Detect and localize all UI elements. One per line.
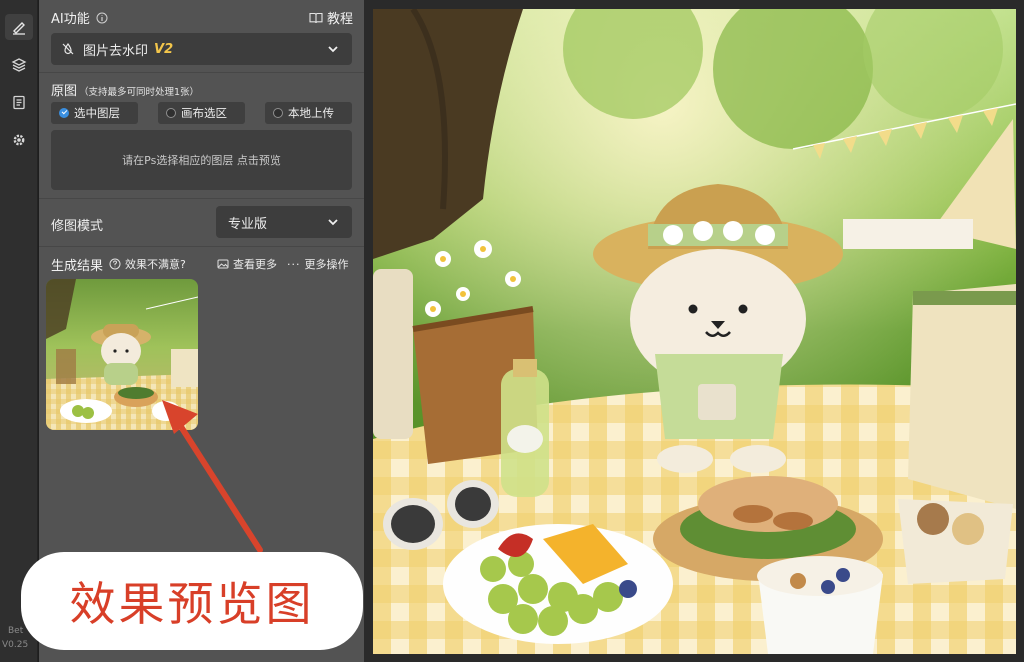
annotation-caption-text: 效果预览图	[69, 577, 315, 631]
feature-label: 图片去水印	[83, 43, 149, 59]
layers-icon	[11, 58, 27, 72]
more-actions-link[interactable]: ··· 更多操作	[287, 256, 349, 272]
feature-version-badge: V2	[154, 41, 174, 57]
chevron-down-icon	[328, 46, 338, 53]
unsatisfied-link[interactable]: 效果不满意?	[109, 256, 186, 272]
tutorial-link[interactable]: 教程	[309, 8, 353, 27]
source-option-selected-layer[interactable]: 选中图层	[51, 102, 138, 124]
view-more-link[interactable]: 查看更多	[217, 256, 277, 272]
plugin-window: Bet V0.25 AI功能 教程 图片去水印 V2 原图 （支持最多可同时处理…	[0, 0, 1024, 662]
radio-checked-icon	[59, 108, 69, 118]
source-option-label: 画布选区	[181, 106, 227, 120]
gear-icon	[13, 134, 25, 146]
help-icon	[109, 258, 121, 270]
picnic-photo	[373, 9, 1016, 654]
view-more-label: 查看更多	[233, 258, 277, 271]
brush-icon	[13, 22, 25, 35]
gallery-icon	[217, 259, 229, 269]
tutorial-label: 教程	[327, 12, 354, 27]
source-section-header: 原图 （支持最多可同时处理1张）	[51, 80, 199, 99]
chevron-down-icon	[328, 219, 338, 226]
source-option-label: 选中图层	[74, 106, 120, 120]
canvas-area	[364, 0, 1024, 662]
ai-section-header: AI功能	[51, 8, 108, 27]
settings-tool-button[interactable]	[5, 127, 33, 153]
more-actions-label: 更多操作	[304, 258, 349, 271]
clipboard-tool-button[interactable]	[5, 89, 33, 115]
annotation-arrow	[162, 400, 263, 553]
source-option-local-upload[interactable]: 本地上传	[265, 102, 352, 124]
ai-section-title: AI功能	[51, 12, 90, 27]
source-preview-area[interactable]: 请在Ps选择相应的图层 点击预览	[51, 130, 352, 190]
info-icon[interactable]	[96, 12, 108, 24]
annotation-caption: 效果预览图	[24, 555, 360, 647]
brush-tool-button[interactable]	[5, 14, 33, 40]
radio-unchecked-icon	[273, 108, 283, 118]
mode-label: 修图模式	[51, 219, 104, 234]
mode-dropdown[interactable]: 专业版	[216, 206, 352, 238]
canvas-image[interactable]	[373, 9, 1016, 654]
source-option-canvas-selection[interactable]: 画布选区	[158, 102, 245, 124]
left-toolbar: Bet V0.25	[0, 0, 38, 662]
clipboard-icon	[13, 95, 25, 110]
source-hint: （支持最多可同时处理1张）	[79, 87, 200, 98]
unsatisfied-label: 效果不满意?	[125, 258, 186, 271]
result-title: 生成结果	[51, 259, 104, 274]
section-divider	[39, 198, 364, 199]
layers-tool-button[interactable]	[5, 52, 33, 78]
watermark-off-icon	[62, 42, 74, 55]
source-option-label: 本地上传	[288, 106, 334, 120]
book-icon	[309, 12, 323, 23]
ellipsis-icon: ···	[287, 257, 301, 271]
section-divider	[39, 246, 364, 247]
version-beta-label: Bet	[8, 626, 24, 636]
mode-value: 专业版	[228, 216, 268, 232]
section-divider	[39, 72, 364, 73]
version-number-label: V0.25	[2, 640, 29, 650]
radio-unchecked-icon	[166, 108, 176, 118]
feature-dropdown[interactable]: 图片去水印 V2	[51, 33, 352, 65]
source-title: 原图	[51, 84, 78, 99]
source-placeholder: 请在Ps选择相应的图层 点击预览	[122, 154, 281, 167]
